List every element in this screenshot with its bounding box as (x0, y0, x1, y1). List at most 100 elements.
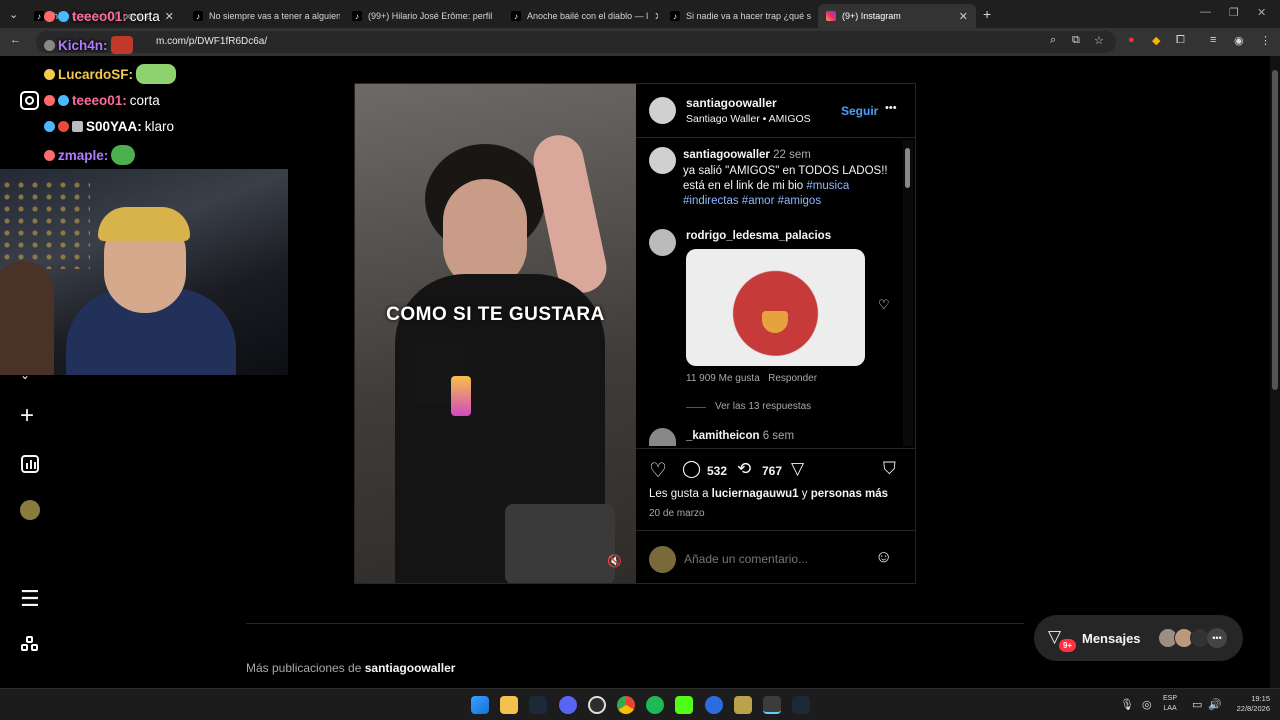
close-icon[interactable]: ✕ (811, 10, 817, 23)
likes-user[interactable]: luciernagauwu1 (712, 488, 799, 500)
hashtags[interactable]: #indirectas #amor #amigos (683, 194, 913, 209)
tab-2[interactable]: ♪No siempre vas a tener a alguien✕ (185, 4, 340, 28)
share-icon[interactable]: ▽ (791, 459, 804, 479)
chat-message: zmaple: (44, 145, 136, 165)
chat-user: teeeo01: (72, 9, 127, 24)
tab-4[interactable]: ♪ Anoche bailé con el diablo — l✕ (503, 4, 658, 28)
more-posts-user[interactable]: santiagoowaller (365, 661, 456, 675)
extension-icon[interactable]: ● (1128, 34, 1135, 46)
create-plus-icon[interactable]: + (20, 404, 34, 428)
extension-icon[interactable]: ◆ (1152, 34, 1160, 47)
commenter-avatar[interactable] (649, 428, 676, 448)
minimize-icon[interactable]: — (1200, 6, 1211, 18)
app-icon[interactable] (588, 696, 606, 714)
commenter-avatar[interactable] (649, 229, 676, 256)
close-icon[interactable]: ✕ (492, 10, 499, 23)
close-icon[interactable]: ✕ (159, 10, 174, 23)
tab-instagram[interactable]: (9+) Instagram ✕ (818, 4, 976, 28)
comment-input[interactable] (684, 549, 864, 569)
spotify-icon[interactable] (646, 696, 664, 714)
kick-icon[interactable] (675, 696, 693, 714)
profile-avatar[interactable] (20, 500, 40, 520)
profile-icon[interactable]: ◉ (1234, 34, 1244, 47)
chat-text: corta (129, 9, 160, 24)
insights-icon[interactable] (21, 455, 39, 473)
address-toolbar: ← m.com/p/DWF1fR6Dc6a/ ⌕ ⧉ ☆ ● ◆ ⧠ ≡ ◉ ⋮ (0, 28, 1280, 56)
like-heart-icon[interactable]: ♡ (649, 458, 667, 483)
chrome-icon[interactable] (617, 696, 635, 714)
url-text: m.com/p/DWF1fR6Dc6a/ (156, 36, 268, 47)
page-scrollbar[interactable] (1270, 56, 1280, 688)
steam-icon[interactable] (792, 696, 810, 714)
comments-scrollbar[interactable] (903, 140, 913, 446)
capcut-icon[interactable] (705, 696, 723, 714)
language-indicator[interactable]: ESP LAA (1163, 694, 1177, 714)
tab-5[interactable]: ♪ Si nadie va a hacer trap ¿qué s✕ (662, 4, 817, 28)
microphone-icon[interactable]: 🎙 (1120, 698, 1134, 711)
restore-icon[interactable]: ❐ (1229, 6, 1239, 19)
view-replies-button[interactable]: Ver las 13 respuestas (715, 401, 811, 412)
steam-icon[interactable] (529, 696, 547, 714)
my-avatar (649, 546, 676, 573)
comment-like-icon[interactable]: ♡ (878, 297, 890, 313)
likes-others[interactable]: personas más (811, 488, 888, 500)
tab-3[interactable]: ♪ (99+) Hilario José Erôme: perfil✕ (344, 4, 499, 28)
tab-label: (99+) Hilario José Erôme: perfil (368, 11, 493, 21)
beanie (98, 207, 190, 241)
extensions-puzzle-icon[interactable]: ⧠ (1176, 34, 1185, 47)
post-audio[interactable]: Santiago Waller • AMIGOS (686, 113, 811, 125)
zoom-icon[interactable]: ⌕ (1050, 34, 1056, 47)
instagram-icon[interactable] (20, 91, 39, 110)
volume-icon[interactable]: 🔊 (1208, 698, 1222, 711)
follow-button[interactable]: Seguir (841, 104, 878, 118)
menu-hamburger-icon[interactable]: ☰ (20, 586, 40, 612)
windows-taskbar: 🎙 ◎ ESP LAA ▭ 🔊 19:15 22/8/2026 (0, 688, 1280, 720)
emote-icon (136, 64, 177, 84)
author-avatar[interactable] (649, 97, 676, 124)
post-video[interactable]: COMO SI TE GUSTARA 🔇 (355, 84, 636, 583)
comment-icon[interactable]: ◯ (682, 459, 701, 479)
discord-icon[interactable] (559, 696, 577, 714)
app-icon[interactable] (763, 696, 781, 714)
messages-button[interactable]: ▽ 9+ Mensajes ••• (1034, 615, 1243, 661)
repost-count[interactable]: 767 (762, 464, 782, 478)
network-icon[interactable]: ◎ (1142, 698, 1152, 711)
hashtag[interactable]: #musica (806, 180, 849, 192)
display-icon[interactable]: ▭ (1192, 698, 1202, 711)
tab-search-icon[interactable]: ≡ (1210, 34, 1216, 46)
mute-icon[interactable]: 🔇 (607, 554, 622, 568)
window-close-icon[interactable]: ✕ (1257, 6, 1266, 19)
tab-search-icon[interactable]: ⌄ (9, 8, 18, 21)
menu-kebab-icon[interactable]: ⋮ (1260, 34, 1271, 47)
caption-avatar[interactable] (649, 147, 676, 174)
repost-icon[interactable]: ⟲ (737, 459, 751, 479)
start-windows-icon[interactable] (471, 696, 489, 714)
new-tab-button[interactable]: + (983, 6, 991, 22)
back-icon[interactable]: ← (10, 34, 21, 46)
person (0, 261, 54, 375)
file-explorer-icon[interactable] (500, 696, 518, 714)
chevron-down-icon[interactable]: ⌄ (20, 368, 30, 382)
close-icon[interactable]: ✕ (648, 10, 658, 23)
comment-username[interactable]: rodrigo_ledesma_palacios (686, 230, 831, 242)
streamer-webcam (0, 169, 288, 375)
omnibox[interactable]: m.com/p/DWF1fR6Dc6a/ (36, 31, 1116, 53)
bookmark-star-icon[interactable]: ☆ (1094, 34, 1104, 47)
close-icon[interactable]: ✕ (953, 10, 968, 23)
app-icon[interactable] (734, 696, 752, 714)
comment-count[interactable]: 532 (707, 464, 727, 478)
emoji-icon[interactable]: ☺ (875, 547, 892, 567)
comment-username[interactable]: _kamitheicon (686, 430, 760, 442)
chat-message: Kich4n: (44, 36, 133, 54)
author-username[interactable]: santiagoowaller (686, 96, 777, 110)
comment-likes[interactable]: 11 909 Me gusta (686, 373, 760, 384)
install-icon[interactable]: ⧉ (1072, 34, 1080, 47)
caption-username[interactable]: santiagoowaller (683, 149, 770, 161)
more-apps-icon[interactable] (21, 636, 39, 654)
emote-icon (111, 145, 136, 165)
more-options-icon[interactable]: ••• (885, 102, 897, 114)
system-clock[interactable]: 19:15 22/8/2026 (1228, 694, 1270, 714)
save-bookmark-icon[interactable]: ⛉ (883, 459, 896, 479)
reply-button[interactable]: Responder (768, 373, 817, 384)
badge-icon (44, 11, 55, 22)
